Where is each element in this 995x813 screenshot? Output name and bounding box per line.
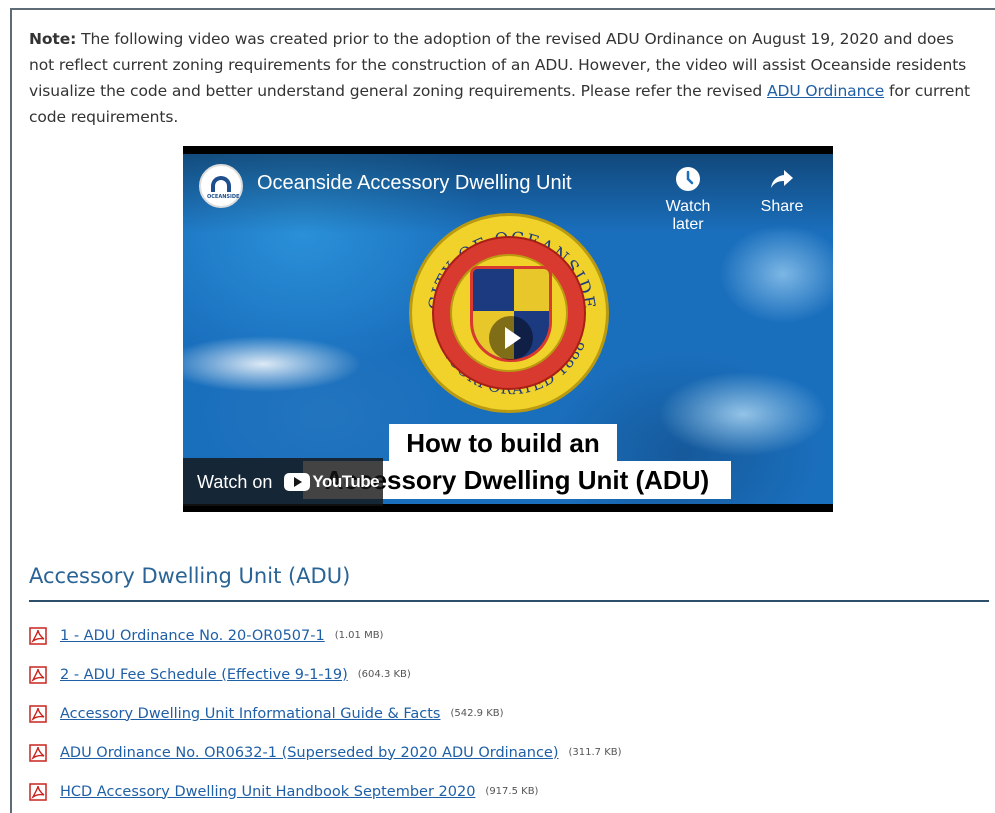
watch-later-button[interactable]: Watch later: [653, 166, 723, 234]
youtube-play-icon: [284, 473, 311, 491]
video-caption-line1: How to build an: [406, 428, 600, 458]
content-frame: Note: The following video was created pr…: [10, 8, 995, 813]
document-list: 1 - ADU Ordinance No. 20-OR0507-1 (1.01 …: [29, 616, 979, 811]
youtube-logo: YouTube: [284, 472, 380, 492]
city-seal-image: CITY OF OCEANSIDE INCORPORATED 1888: [409, 213, 609, 413]
list-item: HCD Accessory Dwelling Unit Handbook Sep…: [29, 772, 979, 811]
share-arrow-icon: [771, 170, 793, 188]
list-item: Accessory Dwelling Unit Informational Gu…: [29, 694, 979, 733]
file-size: (1.01 MB): [334, 630, 384, 641]
file-size: (311.7 KB): [568, 747, 622, 758]
list-item: 1 - ADU Ordinance No. 20-OR0507-1 (1.01 …: [29, 616, 979, 655]
file-size: (542.9 KB): [450, 708, 504, 719]
video-note: Note: The following video was created pr…: [29, 26, 979, 130]
pdf-icon: [29, 782, 47, 801]
video-player[interactable]: OCEANSIDE Oceanside Accessory Dwelling U…: [183, 146, 833, 512]
list-item: 2 - ADU Fee Schedule (Effective 9-1-19) …: [29, 655, 979, 694]
pdf-icon: [29, 743, 47, 762]
share-button[interactable]: Share: [747, 166, 817, 216]
pdf-icon: [29, 704, 47, 723]
document-link[interactable]: 2 - ADU Fee Schedule (Effective 9-1-19): [60, 667, 348, 683]
watch-later-label: Watch later: [665, 198, 711, 233]
clock-icon: [676, 167, 700, 191]
section-divider: [29, 600, 989, 602]
channel-avatar[interactable]: OCEANSIDE: [199, 164, 243, 208]
document-link[interactable]: 1 - ADU Ordinance No. 20-OR0507-1: [60, 628, 325, 644]
document-link[interactable]: HCD Accessory Dwelling Unit Handbook Sep…: [60, 784, 475, 800]
share-label: Share: [760, 198, 804, 215]
channel-logo-text: OCEANSIDE: [207, 194, 240, 200]
file-size: (604.3 KB): [357, 669, 411, 680]
pdf-icon: [29, 626, 47, 645]
play-icon[interactable]: [489, 316, 533, 360]
list-item: ADU Ordinance No. OR0632-1 (Superseded b…: [29, 733, 979, 772]
document-link[interactable]: ADU Ordinance No. OR0632-1 (Superseded b…: [60, 745, 559, 761]
section-title: Accessory Dwelling Unit (ADU): [29, 564, 351, 588]
note-label: Note:: [29, 30, 77, 48]
youtube-label: YouTube: [312, 472, 380, 491]
wave-icon: [211, 176, 231, 192]
watch-on-label: Watch on: [197, 471, 273, 492]
pdf-icon: [29, 665, 47, 684]
watch-on-youtube-button[interactable]: Watch on YouTube: [183, 458, 383, 506]
adu-ordinance-link[interactable]: ADU Ordinance: [767, 82, 884, 100]
file-size: (917.5 KB): [485, 786, 539, 797]
video-title[interactable]: Oceanside Accessory Dwelling Unit: [257, 172, 572, 195]
document-link[interactable]: Accessory Dwelling Unit Informational Gu…: [60, 706, 441, 722]
